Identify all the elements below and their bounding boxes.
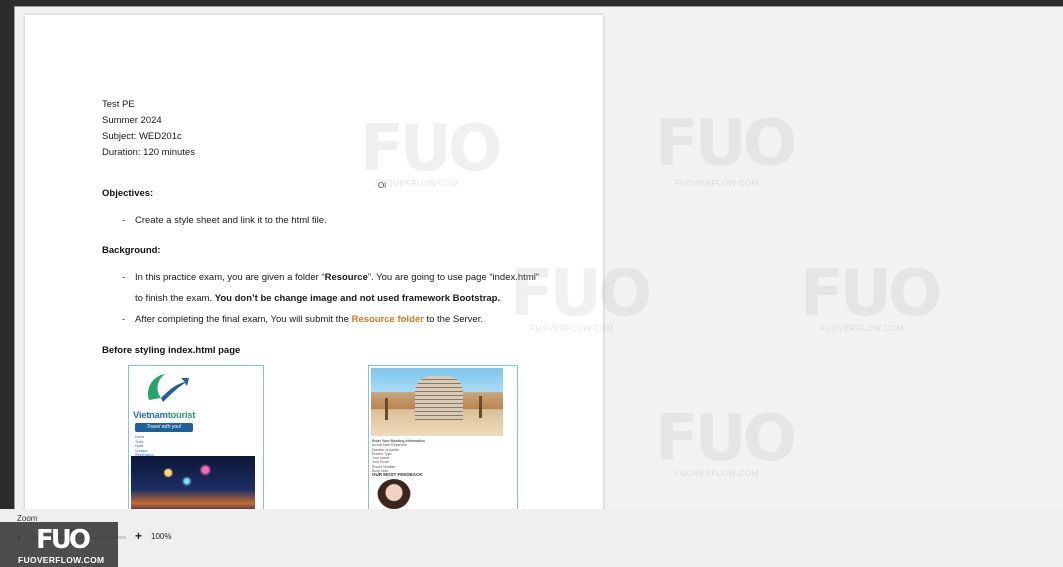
objective-item: Create a style sheet and link it to the … (135, 215, 327, 226)
palm-tree (385, 398, 388, 420)
brand-part-b: tourist (167, 410, 196, 421)
brand-part-a: Vietnam (133, 410, 168, 421)
zoom-in-button[interactable]: + (135, 529, 142, 543)
watermark-site: FUOVERFLOW.COM (820, 324, 904, 333)
watermark-site: FUOVERFLOW.COM (675, 469, 759, 478)
header-line-test: Test PE (102, 99, 135, 110)
watermark-logo: FUO (800, 257, 942, 331)
header-line-term: Summer 2024 (102, 115, 162, 126)
background-item-2: After completing the final exam, You wil… (135, 314, 483, 325)
zoom-value: 100% (151, 532, 172, 541)
feedback-avatar (377, 479, 411, 509)
document-viewer[interactable]: Test PE Summer 2024 Subject: WED201c Dur… (14, 6, 1063, 509)
bold-run: You don’t be change image and not used f… (214, 293, 501, 304)
badge-logo: FUO (36, 525, 91, 555)
bullet-dash: - (122, 272, 126, 283)
text-run: After completing the final exam, You wil… (135, 314, 352, 325)
background-item-1-line-2: to finish the exam. You don’t be change … (135, 293, 500, 304)
text-run: to the Server. (423, 314, 483, 325)
bold-run: Resource (324, 272, 368, 283)
resource-folder-highlight: Resource folder (351, 314, 424, 325)
watermark-logo: FUO (655, 107, 797, 181)
bullet-dash: - (122, 314, 126, 325)
hotel-tower (415, 376, 463, 420)
brand-name: Vietnamtourist (133, 410, 195, 421)
header-line-subject: Subject: WED201c (102, 131, 182, 142)
text-run: to finish the exam. (135, 293, 215, 304)
bird-logo-icon (141, 370, 191, 410)
watermark-site: FUOVERFLOW.COM (675, 179, 759, 188)
watermark-site: FUOVERFLOW.COM (530, 324, 614, 333)
bullet-dash: - (122, 215, 126, 226)
booking-form: Enter Your Booking Information Arrival D… (372, 439, 425, 473)
hotel-image (371, 368, 503, 436)
watermark-logo: FUO (360, 112, 502, 186)
screenshot-before-left: Vietnamtourist Travel with you! Home Tou… (128, 365, 264, 509)
background-item-1-line-1: In this practice exam, you are given a f… (135, 272, 539, 283)
zoom-panel: Zoom - + 100% (0, 509, 1063, 567)
background-heading: Background: (102, 245, 161, 256)
nav-list: Home Tours Hotel Contact Reservation (135, 435, 154, 458)
watermark-site: FUOVERFLOW.COM (375, 179, 459, 188)
header-line-duration: Duration: 120 minutes (102, 147, 195, 158)
watermark-badge: FUO FUOVERFLOW.COM (0, 522, 118, 567)
tagline-banner: Travel with you! (135, 423, 193, 432)
palm-tree (479, 396, 482, 418)
feedback-title: OUR MOST FEEDBACK (372, 472, 423, 477)
watermark-logo: FUO (655, 402, 797, 476)
text-run: In this practice exam, you are given a f… (135, 272, 325, 283)
fireworks-image (131, 456, 255, 509)
badge-site: FUOVERFLOW.COM (18, 555, 105, 565)
objectives-heading: Objectives: (102, 188, 154, 199)
watermark-logo: FUO (510, 257, 652, 331)
before-styling-heading: Before styling index.html page (102, 345, 241, 356)
screenshot-before-right: Enter Your Booking Information Arrival D… (368, 365, 518, 509)
